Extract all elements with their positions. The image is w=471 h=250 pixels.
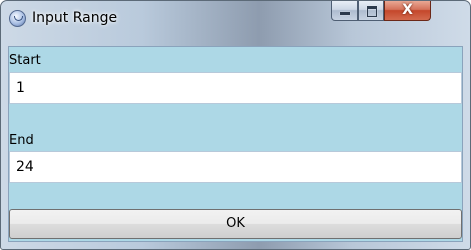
maximize-icon (367, 6, 377, 17)
title-bar[interactable]: Input Range X (1, 1, 470, 45)
close-icon: X (402, 2, 413, 18)
app-icon[interactable] (9, 10, 26, 27)
end-input[interactable] (9, 151, 462, 183)
start-label: Start (9, 53, 41, 68)
minimize-icon (340, 12, 350, 15)
start-input[interactable] (9, 72, 462, 104)
form-panel: Start End OK (8, 46, 463, 242)
end-label: End (9, 133, 34, 148)
window-title: Input Range (32, 10, 118, 26)
close-button[interactable]: X (384, 1, 431, 21)
minimize-button[interactable] (331, 1, 358, 21)
ok-button[interactable]: OK (9, 209, 462, 239)
input-range-window: Input Range X Start End OK (0, 0, 471, 250)
maximize-button[interactable] (358, 1, 384, 21)
caption-buttons: X (331, 1, 462, 22)
